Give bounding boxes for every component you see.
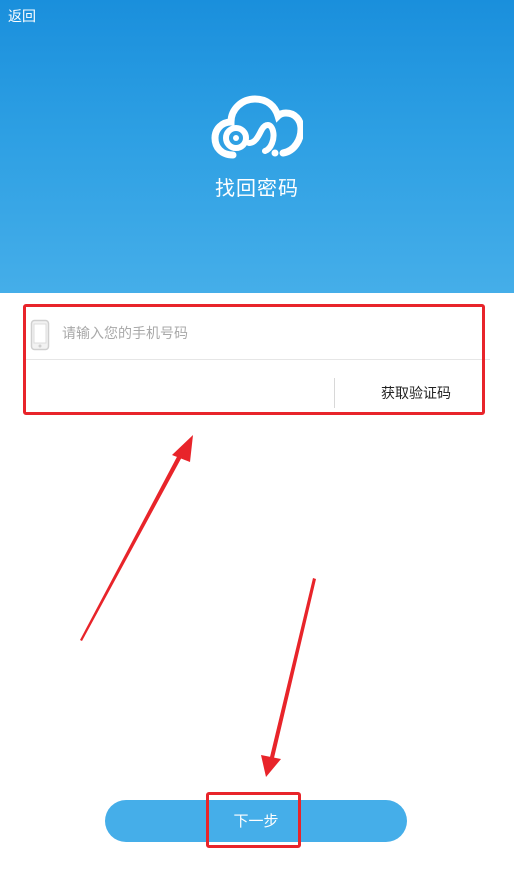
back-link[interactable]: 返回	[8, 8, 36, 26]
header-banner: 返回 找回密码	[0, 0, 514, 293]
cloud-logo-icon	[211, 95, 303, 159]
annotation-arrow-down	[261, 578, 316, 777]
page-title: 找回密码	[215, 176, 299, 200]
find-password-page: 返回 找回密码 获取验证码 下一步	[0, 0, 514, 890]
annotation-box-next	[206, 792, 301, 848]
annotation-box-form	[23, 304, 485, 415]
annotation-arrow-up	[80, 435, 193, 641]
